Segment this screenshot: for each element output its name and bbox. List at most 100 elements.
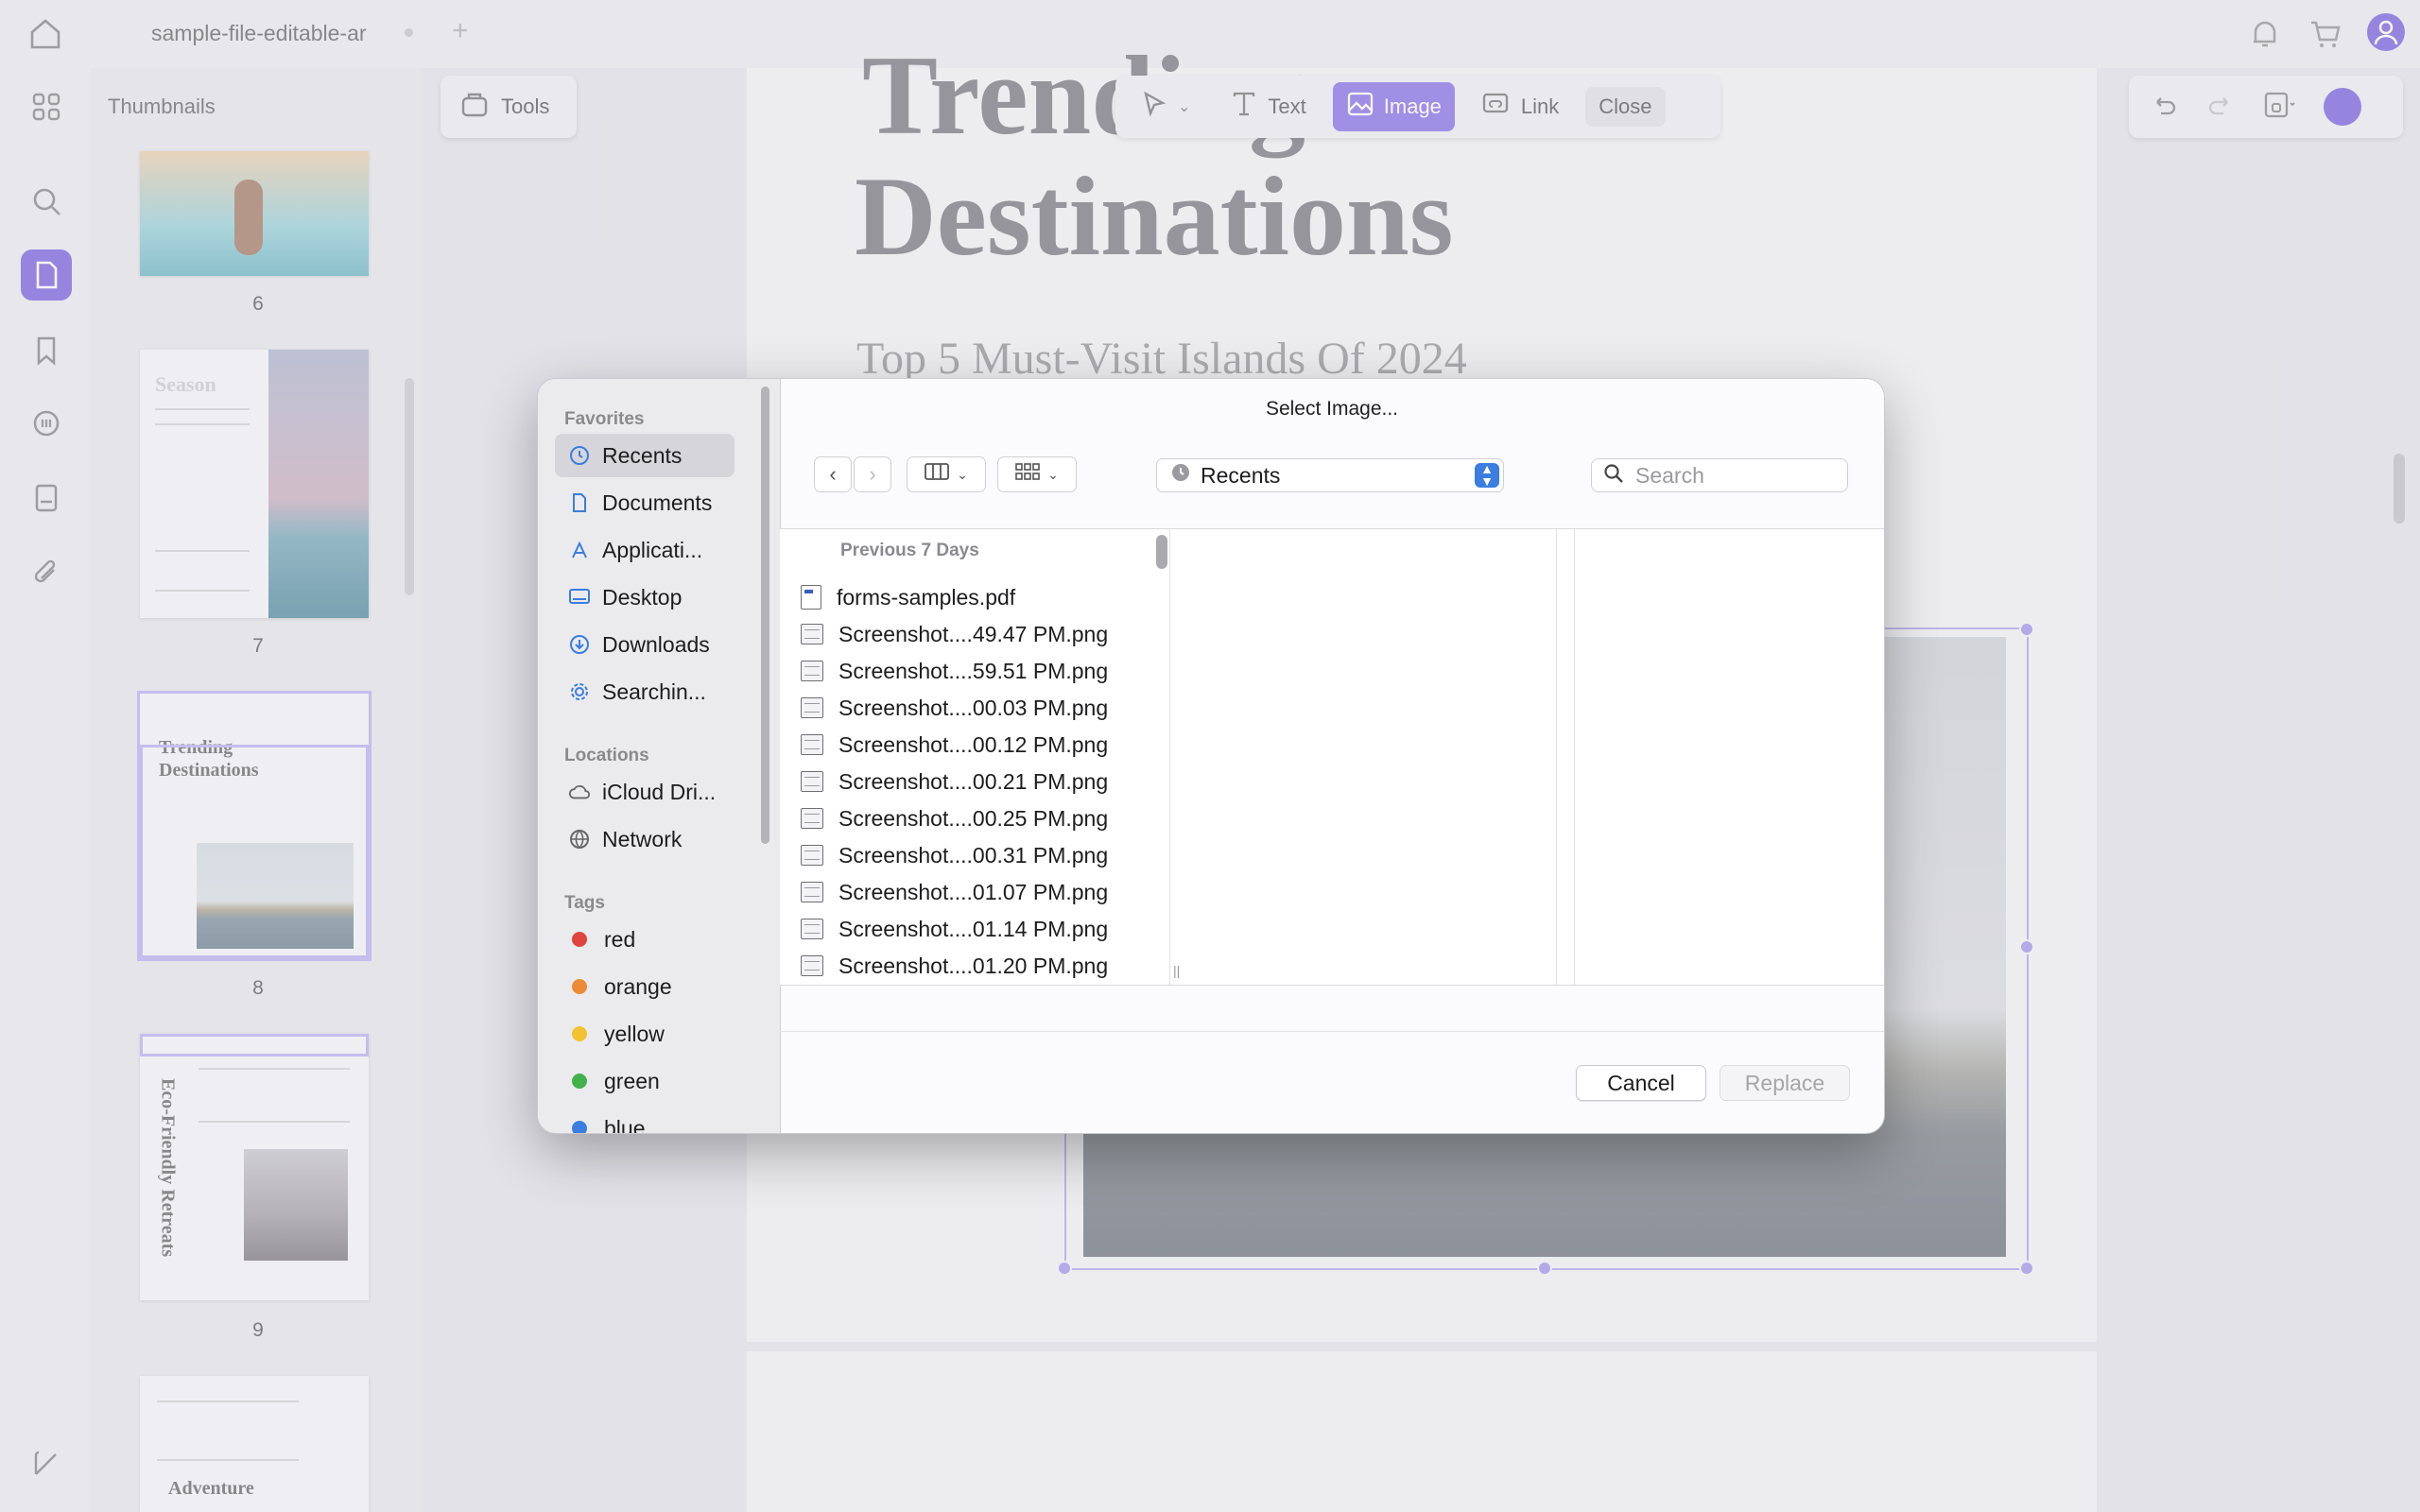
image-file-icon bbox=[801, 919, 823, 939]
sidebar-item-label: Network bbox=[602, 826, 683, 851]
sidebar-item-label: iCloud Dri... bbox=[602, 779, 717, 804]
file-name: Screenshot....00.21 PM.png bbox=[838, 768, 1109, 794]
gear-icon bbox=[568, 680, 591, 703]
image-file-icon bbox=[801, 734, 823, 755]
sidebar-item-desktop[interactable]: Desktop bbox=[555, 576, 735, 619]
sidebar-tag-green[interactable]: green bbox=[555, 1059, 735, 1103]
globe-icon bbox=[568, 828, 591, 850]
file-row[interactable]: Screenshot....00.03 PM.png bbox=[801, 691, 1108, 725]
sidebar-item-applications[interactable]: Applicati... bbox=[555, 528, 735, 572]
tag-dot-icon bbox=[572, 1026, 587, 1041]
view-mode-button[interactable]: ⌄ bbox=[907, 456, 986, 492]
file-row[interactable]: Screenshot....01.07 PM.png bbox=[801, 875, 1108, 909]
sidebar-item-searching[interactable]: Searchin... bbox=[555, 670, 735, 713]
file-browser: Previous 7 Days forms-samples.pdf Screen… bbox=[780, 528, 1884, 986]
file-row[interactable]: Screenshot....00.12 PM.png bbox=[801, 728, 1108, 762]
image-file-icon bbox=[801, 882, 823, 902]
location-select-value: Recents bbox=[1201, 462, 1281, 488]
file-name: Screenshot....00.12 PM.png bbox=[838, 731, 1109, 757]
sidebar-item-label: Documents bbox=[602, 490, 713, 515]
replace-button[interactable]: Replace bbox=[1720, 1065, 1850, 1101]
file-row[interactable]: Screenshot....01.14 PM.png bbox=[801, 912, 1108, 946]
sidebar-item-icloud[interactable]: iCloud Dri... bbox=[555, 770, 735, 814]
sidebar-item-label: Desktop bbox=[602, 584, 683, 610]
sidebar-item-label: Searchin... bbox=[602, 679, 706, 704]
chevron-down-icon: ⌄ bbox=[957, 466, 968, 482]
file-name: forms-samples.pdf bbox=[837, 584, 1016, 610]
tag-dot-icon bbox=[572, 1121, 587, 1133]
sidebar-item-network[interactable]: Network bbox=[555, 817, 735, 861]
sidebar-scrollbar[interactable] bbox=[761, 387, 769, 844]
image-file-icon bbox=[801, 624, 823, 644]
sidebar-tag-blue[interactable]: blue bbox=[555, 1107, 735, 1134]
sidebar-tag-red[interactable]: red bbox=[555, 918, 735, 961]
file-row[interactable]: Screenshot....00.25 PM.png bbox=[801, 801, 1108, 835]
file-row[interactable]: Screenshot....00.31 PM.png bbox=[801, 838, 1108, 872]
file-list-scrollbar[interactable] bbox=[1156, 535, 1167, 569]
columns-view-icon bbox=[925, 462, 950, 487]
image-file-icon bbox=[801, 955, 823, 976]
search-field[interactable] bbox=[1591, 458, 1848, 492]
image-file-icon bbox=[801, 697, 823, 718]
preview-column bbox=[1170, 529, 1557, 985]
image-file-icon bbox=[801, 808, 823, 829]
tag-dot-icon bbox=[572, 932, 587, 947]
clock-icon bbox=[1170, 462, 1191, 489]
sidebar-item-label: Recents bbox=[602, 442, 683, 468]
tag-label: blue bbox=[604, 1115, 646, 1134]
chevron-right-icon: › bbox=[869, 462, 876, 486]
file-name: Screenshot....00.03 PM.png bbox=[838, 695, 1109, 720]
chevron-left-icon: ‹ bbox=[829, 462, 837, 486]
group-by-button[interactable]: ⌄ bbox=[997, 456, 1077, 492]
favorites-heading: Favorites bbox=[564, 409, 645, 429]
sidebar-tag-yellow[interactable]: yellow bbox=[555, 1012, 735, 1056]
file-row[interactable]: Screenshot....00.21 PM.png bbox=[801, 765, 1108, 799]
forward-button[interactable]: › bbox=[854, 456, 891, 492]
download-icon bbox=[568, 633, 591, 656]
file-name: Screenshot....01.07 PM.png bbox=[838, 879, 1109, 904]
tag-label: orange bbox=[604, 973, 672, 999]
tag-label: yellow bbox=[604, 1021, 665, 1046]
tag-label: red bbox=[604, 926, 636, 952]
tag-dot-icon bbox=[572, 979, 587, 994]
sidebar-item-documents[interactable]: Documents bbox=[555, 481, 735, 524]
file-name: Screenshot....49.47 PM.png bbox=[838, 621, 1109, 646]
tags-heading: Tags bbox=[564, 893, 605, 913]
sidebar-item-recents[interactable]: Recents bbox=[555, 434, 735, 477]
document-icon bbox=[568, 491, 591, 514]
tag-label: green bbox=[604, 1068, 660, 1093]
cloud-icon bbox=[568, 781, 591, 803]
file-name: Screenshot....00.25 PM.png bbox=[838, 805, 1109, 831]
desktop-icon bbox=[568, 586, 591, 609]
sidebar-tag-orange[interactable]: orange bbox=[555, 965, 735, 1008]
file-name: Screenshot....01.14 PM.png bbox=[838, 916, 1109, 941]
applications-icon bbox=[568, 539, 591, 561]
pdf-file-icon bbox=[801, 585, 821, 610]
file-row[interactable]: Screenshot....59.51 PM.png bbox=[801, 654, 1108, 688]
location-select[interactable]: Recents ▲ ▼ bbox=[1156, 458, 1504, 492]
grid-view-icon bbox=[1015, 462, 1040, 487]
dialog-title: Select Image... bbox=[1265, 398, 1399, 420]
detail-column bbox=[1574, 529, 1884, 985]
locations-heading: Locations bbox=[564, 746, 649, 765]
file-list-column: Previous 7 Days forms-samples.pdf Screen… bbox=[780, 529, 1170, 985]
file-name: Screenshot....59.51 PM.png bbox=[838, 658, 1109, 683]
sidebar-item-label: Downloads bbox=[602, 631, 710, 657]
file-row[interactable]: Screenshot....01.20 PM.png bbox=[801, 949, 1108, 983]
file-row[interactable]: Screenshot....49.47 PM.png bbox=[801, 617, 1108, 651]
image-file-icon bbox=[801, 845, 823, 866]
cancel-button[interactable]: Cancel bbox=[1576, 1065, 1706, 1101]
clock-icon bbox=[568, 444, 591, 467]
back-button[interactable]: ‹ bbox=[814, 456, 852, 492]
sidebar-item-label: Applicati... bbox=[602, 537, 703, 562]
section-heading: Previous 7 Days bbox=[840, 541, 979, 560]
tag-dot-icon bbox=[572, 1074, 587, 1089]
stepper-icon: ▲ ▼ bbox=[1475, 462, 1499, 488]
search-input[interactable] bbox=[1634, 461, 1826, 490]
file-row[interactable]: forms-samples.pdf bbox=[801, 580, 1015, 614]
column-resize-handle[interactable]: || bbox=[1173, 963, 1180, 978]
file-name: Screenshot....00.31 PM.png bbox=[838, 842, 1109, 868]
sidebar-item-downloads[interactable]: Downloads bbox=[555, 623, 735, 666]
chevron-down-icon: ⌄ bbox=[1047, 466, 1059, 482]
image-file-icon bbox=[801, 661, 823, 681]
